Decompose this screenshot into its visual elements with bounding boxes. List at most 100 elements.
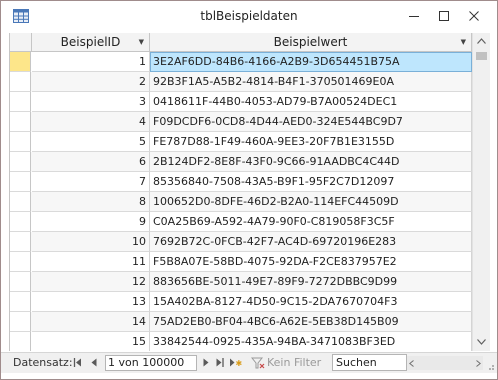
last-record-button[interactable] — [213, 355, 227, 370]
chevron-up-icon — [477, 38, 486, 44]
maximize-button[interactable] — [429, 4, 459, 28]
cell-beispielwert[interactable]: 3E2AF6DD-84B6-4166-A2B9-3D654451B75A — [150, 52, 472, 72]
column-header-beispielid[interactable]: BeispielID ▼ — [32, 33, 150, 51]
cell-beispielwert[interactable]: 85356840-7508-43A5-B9F1-95F2C7D12097 — [150, 172, 472, 192]
cell-beispielwert[interactable]: 2B124DF2-8E8F-43F0-9C66-91AADBC4C44D — [150, 152, 472, 172]
cell-beispielwert[interactable]: 15A402BA-8127-4D50-9C15-2DA7670704F3 — [150, 292, 472, 312]
datasheet-grid: BeispielID ▼ Beispielwert ▼ 1 3E2AF6DD-84… — [9, 33, 472, 351]
maximize-icon — [439, 11, 449, 21]
header-row: BeispielID ▼ Beispielwert ▼ — [10, 33, 472, 52]
record-selector[interactable] — [10, 192, 31, 212]
minimize-button[interactable] — [399, 4, 429, 28]
record-selector[interactable] — [10, 272, 31, 292]
cell-beispielid[interactable]: 5 — [32, 132, 150, 152]
title-bar[interactable]: tblBeispieldaten — [1, 1, 497, 31]
cell-beispielwert[interactable]: F5B8A07E-58BD-4075-92DA-F2CE837957E2 — [150, 252, 472, 272]
record-position-input[interactable]: 1 von 100000 — [105, 355, 197, 371]
table-row[interactable]: 15 33842544-0925-435A-94BA-3471083BF3ED — [10, 332, 472, 351]
table-row[interactable]: 6 2B124DF2-8E8F-43F0-9C66-91AADBC4C44D — [10, 152, 472, 172]
horizontal-scrollbar[interactable] — [407, 356, 483, 370]
table-row[interactable]: 13 15A402BA-8127-4D50-9C15-2DA7670704F3 — [10, 292, 472, 312]
cell-beispielwert[interactable]: 33842544-0925-435A-94BA-3471083BF3ED — [150, 332, 472, 351]
cell-beispielid[interactable]: 4 — [32, 112, 150, 132]
cell-beispielwert[interactable]: C0A25B69-A592-4A79-90F0-C819058F3C5F — [150, 212, 472, 232]
chevron-down-icon — [477, 339, 486, 345]
svg-text:✱: ✱ — [236, 359, 243, 368]
record-selector[interactable] — [10, 52, 31, 72]
cell-beispielid[interactable]: 3 — [32, 92, 150, 112]
cell-beispielwert[interactable]: 92B3F1A5-A5B2-4814-B4F1-370501469E0A — [150, 72, 472, 92]
chevron-left-icon[interactable] — [409, 360, 414, 367]
record-selector[interactable] — [10, 132, 31, 152]
cell-beispielwert[interactable]: F09DCDF6-0CD8-4D44-AED0-324E544BC9D7 — [150, 112, 472, 132]
cell-beispielid[interactable]: 8 — [32, 192, 150, 212]
table-row[interactable]: 11 F5B8A07E-58BD-4075-92DA-F2CE837957E2 — [10, 252, 472, 272]
column-header-beispielwert[interactable]: Beispielwert ▼ — [150, 33, 472, 51]
scroll-thumb[interactable] — [476, 52, 487, 60]
cell-beispielwert[interactable]: 75AD2EB0-BF04-4BC6-A62E-5EB38D145B09 — [150, 312, 472, 332]
record-selector[interactable] — [10, 212, 31, 232]
record-navigation-bar: Datensatz: 1 von 100000 ✱ Kein Filter Su… — [1, 352, 497, 373]
new-record-button[interactable]: ✱ — [227, 355, 245, 370]
cell-beispielid[interactable]: 9 — [32, 212, 150, 232]
cell-beispielwert[interactable]: 7692B72C-0FCB-42F7-AC4D-69720196E283 — [150, 232, 472, 252]
minimize-icon — [409, 16, 419, 17]
record-selector[interactable] — [10, 152, 31, 172]
cell-beispielid[interactable]: 10 — [32, 232, 150, 252]
table-row[interactable]: 1 3E2AF6DD-84B6-4166-A2B9-3D654451B75A — [10, 52, 472, 72]
table-row[interactable]: 3 0418611F-44B0-4053-AD79-B7A00524DEC1 — [10, 92, 472, 112]
column-dropdown-icon[interactable]: ▼ — [461, 33, 466, 51]
cell-beispielid[interactable]: 12 — [32, 272, 150, 292]
scroll-up-button[interactable] — [473, 33, 490, 50]
cell-beispielid[interactable]: 1 — [32, 52, 150, 72]
cell-beispielid[interactable]: 13 — [32, 292, 150, 312]
cell-beispielid[interactable]: 6 — [32, 152, 150, 172]
resize-grip-icon[interactable] — [485, 361, 495, 371]
table-row[interactable]: 14 75AD2EB0-BF04-4BC6-A62E-5EB38D145B09 — [10, 312, 472, 332]
cell-beispielid[interactable]: 2 — [32, 72, 150, 92]
table-row[interactable]: 9 C0A25B69-A592-4A79-90F0-C819058F3C5F — [10, 212, 472, 232]
table-row[interactable]: 12 883656BE-5011-49E7-89F9-7272DBBC9D99 — [10, 272, 472, 292]
select-all-corner[interactable] — [10, 33, 32, 51]
chevron-right-icon[interactable] — [476, 360, 481, 367]
search-input[interactable]: Suchen — [332, 354, 407, 371]
record-selector[interactable] — [10, 292, 31, 312]
filter-status-label[interactable]: Kein Filter — [267, 356, 321, 369]
first-record-button[interactable] — [71, 355, 85, 370]
close-button[interactable] — [459, 4, 489, 28]
cell-beispielid[interactable]: 7 — [32, 172, 150, 192]
first-record-icon — [73, 358, 81, 367]
record-selector[interactable] — [10, 72, 31, 92]
cell-beispielid[interactable]: 11 — [32, 252, 150, 272]
record-selector[interactable] — [10, 92, 31, 112]
column-header-label: Beispielwert — [273, 35, 348, 49]
record-selector[interactable] — [10, 332, 31, 351]
cell-beispielid[interactable]: 14 — [32, 312, 150, 332]
record-selector[interactable] — [10, 252, 31, 272]
record-selector[interactable] — [10, 172, 31, 192]
cell-beispielwert[interactable]: 883656BE-5011-49E7-89F9-7272DBBC9D99 — [150, 272, 472, 292]
column-dropdown-icon[interactable]: ▼ — [139, 33, 144, 51]
cell-beispielwert[interactable]: FE787D88-1F49-460A-9EE3-20F7B1E3155D — [150, 132, 472, 152]
record-selector[interactable] — [10, 112, 31, 132]
previous-record-button[interactable] — [87, 355, 101, 370]
table-row[interactable]: 5 FE787D88-1F49-460A-9EE3-20F7B1E3155D — [10, 132, 472, 152]
table-row[interactable]: 7 85356840-7508-43A5-B9F1-95F2C7D12097 — [10, 172, 472, 192]
table-row[interactable]: 8 100652D0-8DFE-46D2-B2A0-114EFC44509D — [10, 192, 472, 212]
no-filter-icon — [251, 357, 265, 369]
cell-beispielwert[interactable]: 100652D0-8DFE-46D2-B2A0-114EFC44509D — [150, 192, 472, 212]
cell-beispielwert[interactable]: 0418611F-44B0-4053-AD79-B7A00524DEC1 — [150, 92, 472, 112]
record-selector[interactable] — [10, 312, 31, 332]
next-record-button[interactable] — [199, 355, 213, 370]
table-row[interactable]: 4 F09DCDF6-0CD8-4D44-AED0-324E544BC9D7 — [10, 112, 472, 132]
table-row[interactable]: 2 92B3F1A5-A5B2-4814-B4F1-370501469E0A — [10, 72, 472, 92]
close-icon — [469, 11, 479, 21]
rows-container: 1 3E2AF6DD-84B6-4166-A2B9-3D654451B75A 2 92… — [10, 52, 472, 351]
table-row[interactable]: 10 7692B72C-0FCB-42F7-AC4D-69720196E283 — [10, 232, 472, 252]
last-record-icon — [216, 358, 224, 367]
vertical-scrollbar[interactable] — [472, 33, 490, 351]
scroll-down-button[interactable] — [473, 334, 490, 351]
cell-beispielid[interactable]: 15 — [32, 332, 150, 351]
record-selector[interactable] — [10, 232, 31, 252]
datasheet-window: tblBeispieldaten BeispielID ▼ Beispielwe… — [0, 0, 498, 380]
